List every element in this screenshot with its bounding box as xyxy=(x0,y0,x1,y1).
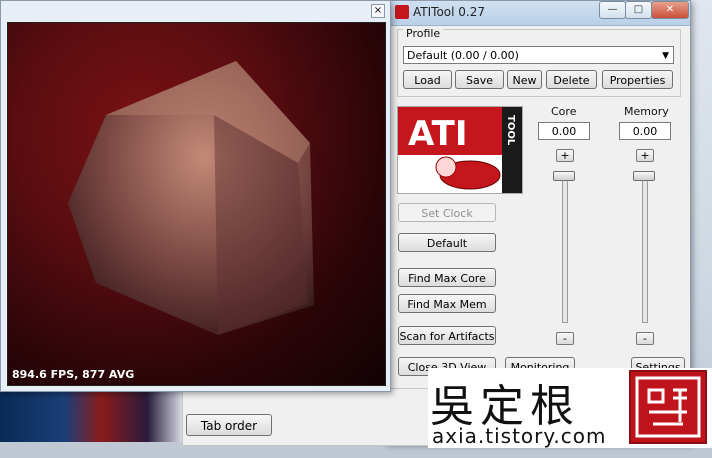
watermark-url: axia.tistory.com xyxy=(432,424,607,448)
save-button[interactable]: Save xyxy=(455,70,504,89)
memory-slider-thumb[interactable] xyxy=(633,171,655,181)
memory-label: Memory xyxy=(624,105,669,118)
chevron-down-icon: ▼ xyxy=(662,51,669,61)
core-increase-button[interactable]: + xyxy=(556,149,574,162)
logo-tagline: TOOL xyxy=(505,115,516,146)
delete-button[interactable]: Delete xyxy=(546,70,597,89)
core-slider-track[interactable] xyxy=(562,171,568,323)
profile-label: Profile xyxy=(403,27,444,40)
memory-value-field[interactable]: 0.00 xyxy=(619,122,671,140)
load-button[interactable]: Load xyxy=(403,70,452,89)
maximize-button[interactable]: □ xyxy=(625,1,652,19)
minimize-button[interactable]: — xyxy=(599,1,626,19)
default-button[interactable]: Default xyxy=(398,233,496,252)
scan-for-artifacts-button[interactable]: Scan for Artifacts xyxy=(398,326,496,345)
tab-order-button[interactable]: Tab order xyxy=(186,414,272,436)
find-max-mem-button[interactable]: Find Max Mem xyxy=(398,294,496,313)
fur-cube-render xyxy=(68,61,314,335)
core-slider-thumb[interactable] xyxy=(553,171,575,181)
red-seal-stamp xyxy=(629,370,707,444)
core-decrease-button[interactable]: - xyxy=(556,332,574,345)
core-label: Core xyxy=(551,105,577,118)
window-title: ATITool 0.27 xyxy=(413,5,485,19)
close-icon[interactable]: × xyxy=(371,4,385,18)
find-max-core-button[interactable]: Find Max Core xyxy=(398,268,496,287)
background-image-strip xyxy=(0,392,184,442)
ati-app-icon xyxy=(395,5,409,19)
memory-increase-button[interactable]: + xyxy=(636,149,654,162)
set-clock-button[interactable]: Set Clock xyxy=(398,203,496,222)
title-bar[interactable]: ATITool 0.27 — □ ✕ xyxy=(385,1,690,26)
profile-selected-value: Default (0.00 / 0.00) xyxy=(407,49,519,62)
close-button[interactable]: ✕ xyxy=(651,1,689,19)
new-button[interactable]: New xyxy=(507,70,542,89)
properties-button[interactable]: Properties xyxy=(602,70,673,89)
memory-decrease-button[interactable]: - xyxy=(636,332,654,345)
ati-tool-logo: ATI TOOL xyxy=(397,106,523,194)
core-value-field[interactable]: 0.00 xyxy=(538,122,590,140)
profile-select[interactable]: Default (0.00 / 0.00) ▼ xyxy=(403,46,674,64)
3d-view-window: × 894.6 FPS, 877 AVG xyxy=(0,0,391,392)
logo-brand: ATI xyxy=(408,114,468,154)
memory-slider-track[interactable] xyxy=(642,171,648,323)
fps-counter: 894.6 FPS, 877 AVG xyxy=(12,368,135,381)
3d-render-canvas: 894.6 FPS, 877 AVG xyxy=(7,22,386,386)
